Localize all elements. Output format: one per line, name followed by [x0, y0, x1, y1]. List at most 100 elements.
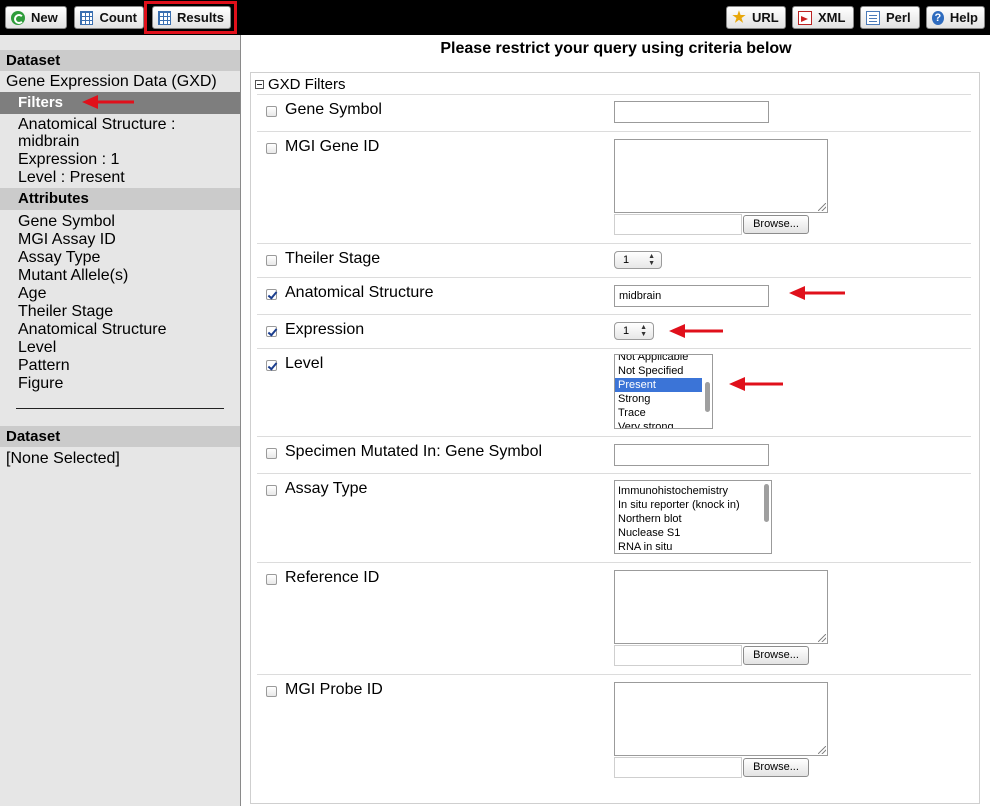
filter-label: Assay Type — [285, 480, 368, 497]
main-content: Please restrict your query using criteri… — [242, 35, 990, 806]
annotation-arrow — [789, 286, 845, 300]
count-label: Count — [99, 10, 137, 25]
filter-row-gene-symbol: Gene Symbol — [257, 94, 971, 132]
url-button[interactable]: ★ URL — [726, 6, 786, 29]
dataset-name[interactable]: Gene Expression Data (GXD) — [6, 73, 217, 91]
listbox-scrollbar[interactable] — [764, 484, 769, 522]
mgi-probe-id-file-field[interactable] — [614, 757, 742, 778]
select-arrows-icon: ▲ ▼ — [648, 253, 655, 267]
xml-button[interactable]: XML — [792, 6, 854, 29]
list-option[interactable]: Trace — [615, 406, 712, 420]
reference-id-checkbox[interactable] — [266, 574, 277, 585]
url-label: URL — [752, 10, 779, 25]
attribute-item[interactable]: Figure — [18, 375, 63, 393]
count-button[interactable]: Count — [74, 6, 144, 29]
mgi-probe-id-textarea[interactable] — [614, 682, 828, 756]
list-option[interactable]: Not Specified — [615, 364, 712, 378]
filter-row-specimen-mutated: Specimen Mutated In: Gene Symbol — [257, 436, 971, 474]
theiler-stage-checkbox[interactable] — [266, 255, 277, 266]
new-label: New — [31, 10, 58, 25]
panel-title: GXD Filters — [268, 76, 346, 93]
gene-symbol-input[interactable] — [614, 101, 769, 123]
help-label: Help — [949, 10, 978, 25]
filter-label: Level — [285, 355, 324, 372]
attribute-item[interactable]: Anatomical Structure — [18, 321, 167, 339]
annotation-arrow — [669, 324, 723, 338]
expression-select[interactable]: 1 ▲ ▼ — [614, 322, 654, 340]
filter-label: Expression — [285, 321, 365, 338]
listbox-scrollbar[interactable] — [705, 382, 710, 412]
filter-summary-line: Anatomical Structure : — [18, 116, 176, 133]
attribute-item[interactable]: Age — [18, 285, 46, 303]
new-button[interactable]: New — [5, 6, 67, 29]
list-option[interactable]: Not Applicable — [615, 355, 712, 364]
sidebar-divider — [16, 408, 224, 409]
browse-button[interactable]: Browse... — [743, 758, 809, 777]
attribute-item[interactable]: Gene Symbol — [18, 213, 115, 231]
filter-summary-line: Expression : 1 — [18, 151, 120, 168]
list-option[interactable]: Nuclease S1 — [615, 526, 771, 540]
list-option[interactable]: In situ reporter (knock in) — [615, 498, 771, 512]
attribute-item[interactable]: Theiler Stage — [18, 303, 113, 321]
mgi-probe-id-checkbox[interactable] — [266, 686, 277, 697]
level-listbox[interactable]: Not Applicable Not Specified Present Str… — [614, 354, 713, 429]
script-file-icon — [866, 10, 880, 25]
attribute-item[interactable]: Pattern — [18, 357, 70, 375]
list-option[interactable]: Immunohistochemistry — [615, 484, 771, 498]
collapse-icon[interactable] — [255, 80, 264, 89]
select-value: 1 — [623, 325, 630, 337]
attribute-item[interactable]: MGI Assay ID — [18, 231, 116, 249]
filter-row-theiler-stage: Theiler Stage 1 ▲ ▼ — [257, 243, 971, 278]
filter-row-mgi-probe-id: MGI Probe ID Browse... — [257, 674, 971, 787]
perl-button[interactable]: Perl — [860, 6, 920, 29]
annotation-arrow — [82, 95, 134, 109]
results-button[interactable]: Results — [152, 6, 231, 29]
xml-file-icon — [798, 10, 812, 25]
panel-header[interactable]: GXD Filters — [255, 76, 346, 93]
assay-type-listbox[interactable]: Immunohistochemistry In situ reporter (k… — [614, 480, 772, 554]
expression-checkbox[interactable] — [266, 326, 277, 337]
reference-id-textarea[interactable] — [614, 570, 828, 644]
attribute-item[interactable]: Level — [18, 339, 56, 357]
mgi-gene-id-checkbox[interactable] — [266, 143, 277, 154]
attribute-item[interactable]: Mutant Allele(s) — [18, 267, 128, 285]
anatomical-structure-checkbox[interactable] — [266, 289, 277, 300]
theiler-stage-select[interactable]: 1 ▲ ▼ — [614, 251, 662, 269]
refresh-icon — [11, 10, 25, 25]
gene-symbol-checkbox[interactable] — [266, 106, 277, 117]
anatomical-structure-input[interactable] — [614, 285, 769, 307]
specimen-mutated-checkbox[interactable] — [266, 448, 277, 459]
list-option[interactable]: RNA in situ — [615, 540, 771, 553]
reference-id-file-field[interactable] — [614, 645, 742, 666]
filter-summary-line: midbrain — [18, 133, 80, 150]
top-toolbar: New Count Results ★ URL XML Perl ? Help — [0, 0, 990, 35]
list-option[interactable]: Northern blot — [615, 512, 771, 526]
browse-button[interactable]: Browse... — [743, 215, 809, 234]
mgi-gene-id-file-field[interactable] — [614, 214, 742, 235]
mgi-gene-id-textarea[interactable] — [614, 139, 828, 213]
list-option[interactable]: Very strong — [615, 420, 712, 428]
perl-label: Perl — [886, 10, 911, 25]
filter-label: Anatomical Structure — [285, 284, 434, 301]
level-checkbox[interactable] — [266, 360, 277, 371]
help-button[interactable]: ? Help — [926, 6, 985, 29]
filter-row-reference-id: Reference ID Browse... — [257, 562, 971, 675]
dataset2-value[interactable]: [None Selected] — [6, 450, 120, 468]
filter-row-mgi-gene-id: MGI Gene ID Browse... — [257, 131, 971, 244]
browse-button[interactable]: Browse... — [743, 646, 809, 665]
sidebar-item-attributes[interactable]: Attributes — [0, 188, 240, 210]
specimen-mutated-input[interactable] — [614, 444, 769, 466]
table-icon — [158, 10, 172, 25]
table-icon — [80, 10, 94, 25]
attribute-item[interactable]: Assay Type — [18, 249, 100, 267]
assay-type-checkbox[interactable] — [266, 485, 277, 496]
filter-label: Specimen Mutated In: Gene Symbol — [285, 443, 543, 460]
star-icon: ★ — [732, 8, 746, 26]
sidebar: Dataset Gene Expression Data (GXD) Filte… — [0, 35, 241, 806]
list-option[interactable]: Strong — [615, 392, 712, 406]
filter-row-anatomical-structure: Anatomical Structure — [257, 277, 971, 315]
help-icon: ? — [932, 10, 944, 25]
list-option-selected[interactable]: Present — [615, 378, 702, 392]
filter-row-expression: Expression 1 ▲ ▼ — [257, 314, 971, 349]
filter-label: Reference ID — [285, 569, 380, 586]
